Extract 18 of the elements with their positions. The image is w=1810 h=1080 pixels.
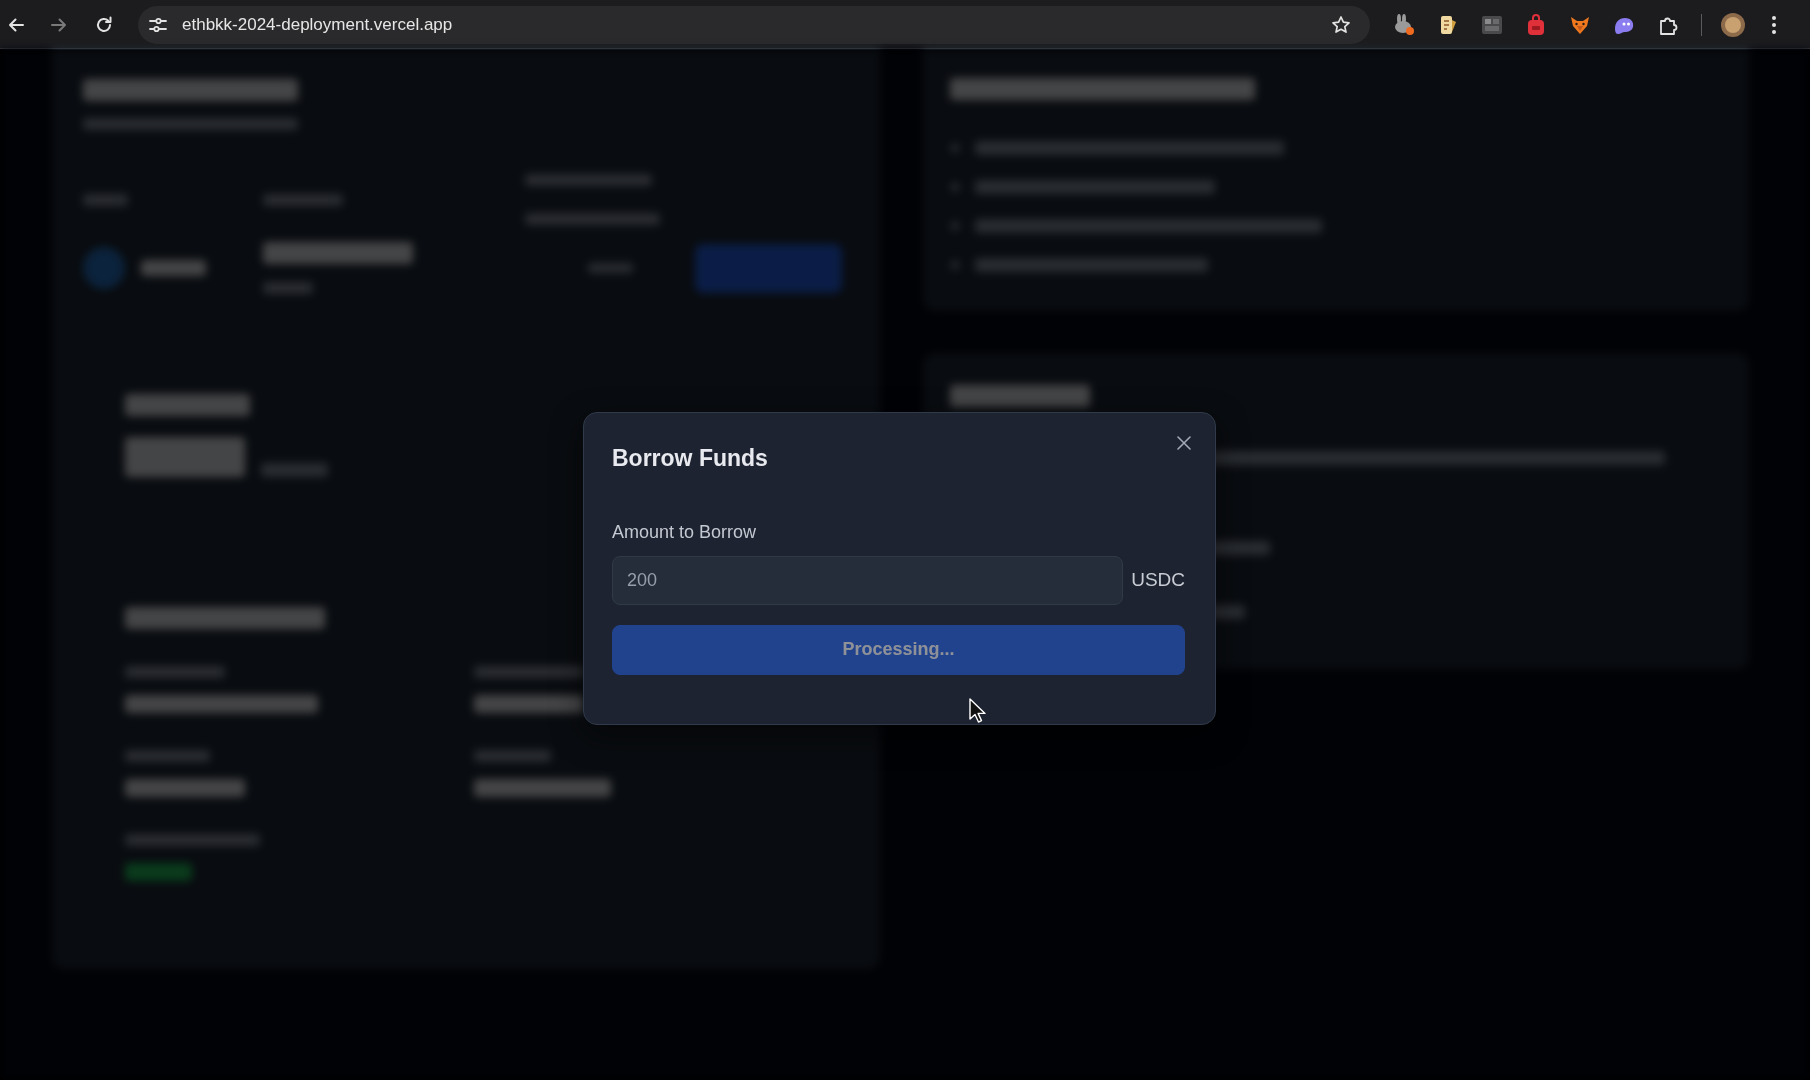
more-menu-icon[interactable] [1771,15,1777,35]
fox-icon[interactable] [1569,14,1591,36]
back-icon[interactable] [6,15,26,35]
lock-icon[interactable] [1525,14,1547,36]
dialog-title: Borrow Funds [612,443,768,472]
field-label: Amount to Borrow [612,520,757,543]
avatar-icon[interactable] [1721,13,1745,37]
unit-label: USDC [1131,567,1185,592]
forward-icon[interactable] [49,15,69,35]
reload-icon[interactable] [94,15,114,35]
url-text[interactable]: ethbkk-2024-deployment.vercel.app [182,12,453,38]
mouse-cursor-icon [969,697,986,723]
rabbit-icon[interactable] [1393,14,1415,36]
site-settings-icon[interactable] [148,15,168,35]
close-icon[interactable] [1177,435,1191,450]
address-bar[interactable]: ethbkk-2024-deployment.vercel.app [138,6,1370,44]
bookmark-star-icon[interactable] [1331,15,1351,35]
grid-icon[interactable] [1481,14,1503,36]
